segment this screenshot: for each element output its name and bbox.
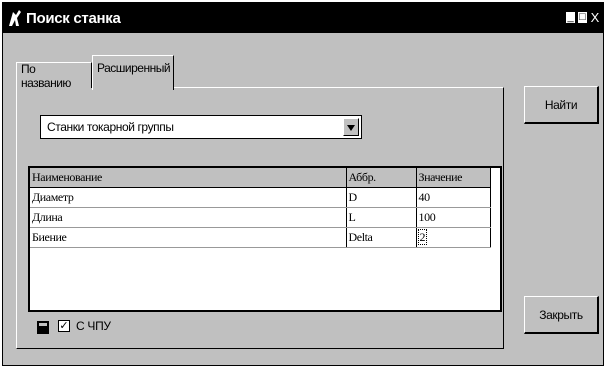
cell-abbr[interactable]: L [346, 207, 417, 228]
cell-name[interactable]: Длина [30, 207, 347, 228]
title-bar[interactable]: Поиск станка _ □ X [3, 3, 603, 33]
tab-advanced[interactable]: Расширенный [92, 55, 174, 90]
column-header-value[interactable]: Значение [416, 168, 491, 188]
cell-value[interactable]: 40 [416, 187, 491, 208]
cnc-checkbox[interactable]: ✓ [58, 320, 70, 332]
column-header-abbr[interactable]: Аббр. [346, 168, 417, 188]
machine-group-select[interactable]: Станки токарной группы [40, 115, 362, 139]
focused-cell-text[interactable]: 2 [417, 228, 428, 245]
table-row[interactable]: Диаметр D 40 [30, 187, 491, 208]
cell-value-focused[interactable]: 2 [416, 227, 491, 248]
table-header-row: Наименование Аббр. Значение [30, 168, 491, 188]
table-row[interactable]: Биение Delta 2 [30, 227, 491, 248]
cnc-checkbox-label[interactable]: С ЧПУ [76, 319, 111, 333]
tab-by-name[interactable]: По названию [16, 62, 92, 90]
minimize-button[interactable]: _ [565, 11, 576, 24]
cell-value[interactable]: 100 [416, 207, 491, 228]
cell-abbr[interactable]: Delta [346, 227, 417, 248]
machine-group-value: Станки токарной группы [47, 120, 174, 134]
machine-tool-icon [9, 10, 21, 26]
column-header-name[interactable]: Наименование [30, 168, 347, 188]
window-title: Поиск станка [26, 9, 121, 27]
cell-name[interactable]: Биение [30, 227, 347, 248]
cell-name[interactable]: Диаметр [30, 187, 347, 208]
find-button[interactable]: Найти [524, 86, 599, 124]
cell-abbr[interactable]: D [346, 187, 417, 208]
chevron-down-icon[interactable] [343, 118, 359, 136]
maximize-button[interactable]: □ [577, 11, 588, 24]
parameters-table[interactable]: Наименование Аббр. Значение Диаметр D 40… [28, 166, 502, 312]
close-window-button[interactable]: X [589, 11, 601, 24]
table-row[interactable]: Длина L 100 [30, 207, 491, 228]
calculator-icon[interactable] [37, 321, 49, 334]
close-button[interactable]: Закрыть [524, 296, 599, 334]
